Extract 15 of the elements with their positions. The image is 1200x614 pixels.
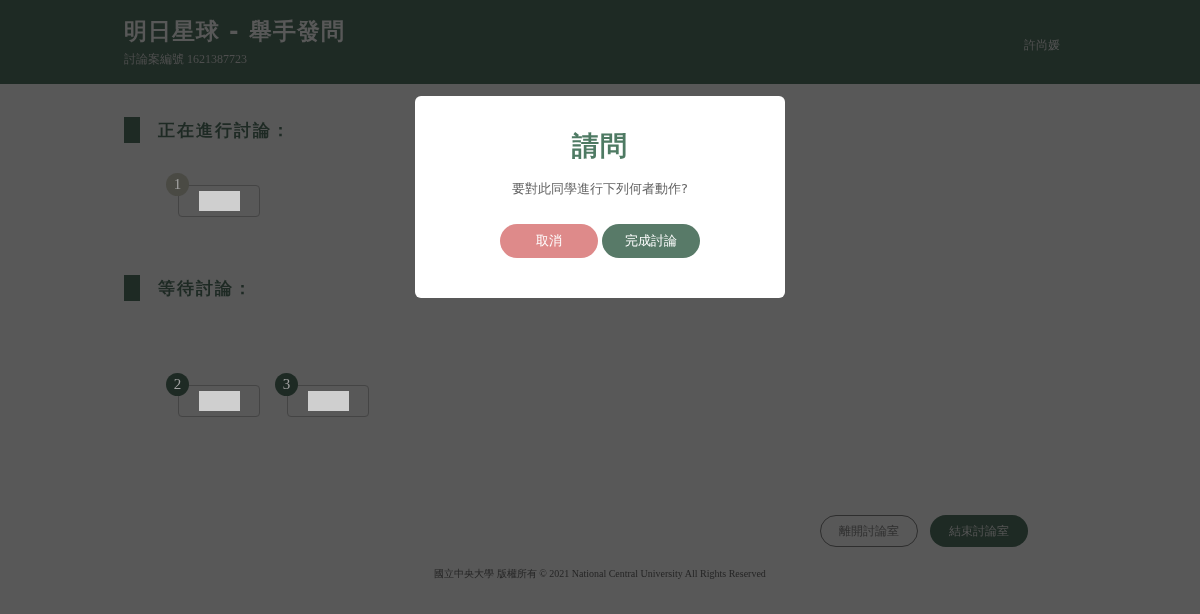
queue-number: 3	[275, 373, 298, 396]
queue-number: 1	[166, 173, 189, 196]
hidden-name-block	[198, 191, 240, 211]
dialog-button[interactable]: 取消	[500, 224, 598, 258]
dialog-title: 請問	[572, 129, 628, 163]
section-marker	[124, 117, 140, 143]
section-heading: 等待討論：	[158, 276, 253, 300]
queue-number: 2	[166, 373, 189, 396]
hidden-name-block	[307, 391, 349, 411]
section-heading: 正在進行討論：	[158, 118, 291, 142]
dialog-button[interactable]: 完成討論	[602, 224, 700, 258]
page-title: 明日星球 - 舉手發問	[124, 17, 345, 46]
dialog-message: 要對此同學進行下列何者動作?	[512, 180, 688, 198]
section-marker	[124, 275, 140, 301]
hidden-name-block	[198, 391, 240, 411]
